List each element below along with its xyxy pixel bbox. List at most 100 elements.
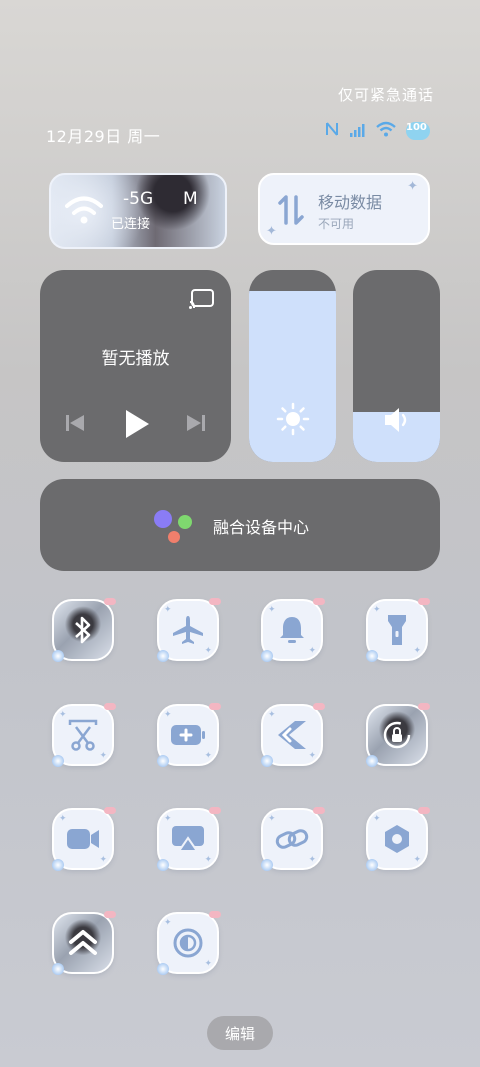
sparkle-icon: ✦ xyxy=(268,605,276,615)
flower-decoration-icon xyxy=(157,859,169,871)
quick-toggle-battery-saver[interactable]: ✦ ✦ xyxy=(157,701,221,767)
wifi-icon xyxy=(65,195,103,229)
bow-decoration-icon xyxy=(418,701,430,711)
sparkle-icon: ✦ xyxy=(407,179,418,194)
sparkle-icon: ✦ xyxy=(204,959,212,969)
quick-toggle-screenshot-scissors[interactable]: ✦ ✦ xyxy=(52,703,116,767)
previous-track-icon[interactable] xyxy=(64,413,86,437)
wifi-status: 已连接 xyxy=(111,217,151,232)
flashlight-icon xyxy=(386,613,408,647)
sparkle-icon: ✦ xyxy=(413,646,421,656)
flower-decoration-icon xyxy=(366,755,378,767)
fusion-device-center[interactable]: 融合设备中心 xyxy=(40,479,440,571)
bow-decoration-icon xyxy=(104,909,116,919)
flower-decoration-icon xyxy=(366,650,378,662)
bow-decoration-icon xyxy=(209,596,221,606)
quick-toggle-airplane[interactable]: ✦ ✦ xyxy=(157,596,221,662)
quick-toggle-share-chevron[interactable]: ✦ ✦ xyxy=(261,701,325,767)
flower-decoration-icon xyxy=(261,859,273,871)
quick-toggle-flashlight[interactable]: ✦ ✦ xyxy=(366,596,430,662)
link-icon xyxy=(275,824,309,854)
bow-decoration-icon xyxy=(313,596,325,606)
flower-decoration-icon xyxy=(261,650,273,662)
play-icon[interactable] xyxy=(123,408,151,444)
sparkle-icon: ✦ xyxy=(413,855,421,865)
bluetooth-icon xyxy=(70,615,96,645)
media-player-card[interactable]: 暂无播放 xyxy=(40,270,231,462)
wifi-network-name: -5G xyxy=(123,189,154,209)
quick-toggle-link[interactable]: ✦ ✦ xyxy=(261,805,325,871)
mobile-data-label: 移动数据 xyxy=(318,193,383,212)
sparkle-icon: ✦ xyxy=(204,751,212,761)
flower-decoration-icon xyxy=(157,650,169,662)
flower-decoration-icon xyxy=(157,755,169,767)
flower-decoration-icon xyxy=(52,755,64,767)
flower-decoration-icon xyxy=(157,963,169,975)
quick-toggle-screen-record[interactable]: ✦ ✦ xyxy=(52,805,116,871)
bow-decoration-icon xyxy=(104,596,116,606)
sparkle-icon: ✦ xyxy=(59,710,67,720)
rotation-lock-icon xyxy=(382,720,412,750)
data-arrows-icon xyxy=(278,193,304,231)
emergency-call-status: 仅可紧急通话 xyxy=(337,86,434,104)
bow-decoration-icon xyxy=(209,701,221,711)
quick-toggle-settings-hex[interactable]: ✦ ✦ xyxy=(366,805,430,871)
quick-toggle-screen-cast[interactable]: ✦ ✦ xyxy=(157,805,221,871)
sparkle-icon: ✦ xyxy=(164,710,172,720)
mobile-data-tile[interactable]: 移动数据 不可用 ✦ ✦ xyxy=(258,173,430,245)
flower-decoration-icon xyxy=(52,859,64,871)
media-title: 暂无播放 xyxy=(101,349,170,369)
nfc-icon xyxy=(324,121,340,141)
quick-toggle-double-chevron-up[interactable] xyxy=(52,909,116,975)
fusion-logo-icon xyxy=(152,509,196,543)
volume-icon xyxy=(353,406,440,434)
bow-decoration-icon xyxy=(418,596,430,606)
quick-toggle-bell[interactable]: ✦ ✦ xyxy=(261,596,325,662)
brightness-icon xyxy=(249,402,336,436)
sparkle-icon: ✦ xyxy=(266,224,277,239)
brightness-fill xyxy=(249,291,336,462)
quick-toggle-rotation-lock[interactable] xyxy=(366,701,430,767)
fusion-device-center-label: 融合设备中心 xyxy=(213,518,310,537)
status-icons: 100 xyxy=(324,121,430,141)
sparkle-icon: ✦ xyxy=(99,855,107,865)
bow-decoration-icon xyxy=(209,909,221,919)
cast-icon[interactable] xyxy=(189,288,215,314)
flower-decoration-icon xyxy=(52,963,64,975)
bow-decoration-icon xyxy=(104,805,116,815)
flower-decoration-icon xyxy=(261,755,273,767)
sparkle-icon: ✦ xyxy=(373,814,381,824)
wifi-network-name-suffix: M xyxy=(183,189,198,209)
brightness-slider[interactable] xyxy=(249,270,336,462)
sparkle-icon: ✦ xyxy=(308,855,316,865)
settings-hex-icon xyxy=(381,823,413,855)
signal-icon xyxy=(350,122,366,141)
quick-toggle-bluetooth[interactable] xyxy=(52,596,116,662)
sparkle-icon: ✦ xyxy=(308,646,316,656)
sparkle-icon: ✦ xyxy=(268,710,276,720)
next-track-icon[interactable] xyxy=(185,413,207,437)
sparkle-icon: ✦ xyxy=(268,814,276,824)
wifi-icon xyxy=(376,121,396,141)
wifi-tile[interactable]: -5G M 已连接 xyxy=(49,173,227,249)
bow-decoration-icon xyxy=(209,805,221,815)
mobile-data-status: 不可用 xyxy=(318,217,355,231)
bow-decoration-icon xyxy=(313,701,325,711)
screen-record-icon xyxy=(66,827,100,851)
edit-button[interactable]: 编辑 xyxy=(207,1016,273,1050)
sparkle-icon: ✦ xyxy=(164,918,172,928)
sparkle-icon: ✦ xyxy=(204,855,212,865)
sparkle-icon: ✦ xyxy=(59,814,67,824)
volume-slider[interactable] xyxy=(353,270,440,462)
bow-decoration-icon xyxy=(313,805,325,815)
bow-decoration-icon xyxy=(418,805,430,815)
battery-icon: 100 xyxy=(406,122,430,140)
screenshot-scissors-icon xyxy=(67,719,99,751)
dark-mode-icon xyxy=(172,927,204,959)
screen-cast-icon xyxy=(171,825,205,853)
double-chevron-up-icon xyxy=(67,928,99,958)
battery-saver-icon xyxy=(170,723,206,747)
sparkle-icon: ✦ xyxy=(99,751,107,761)
quick-toggle-dark-mode[interactable]: ✦ ✦ xyxy=(157,909,221,975)
sparkle-icon: ✦ xyxy=(164,605,172,615)
